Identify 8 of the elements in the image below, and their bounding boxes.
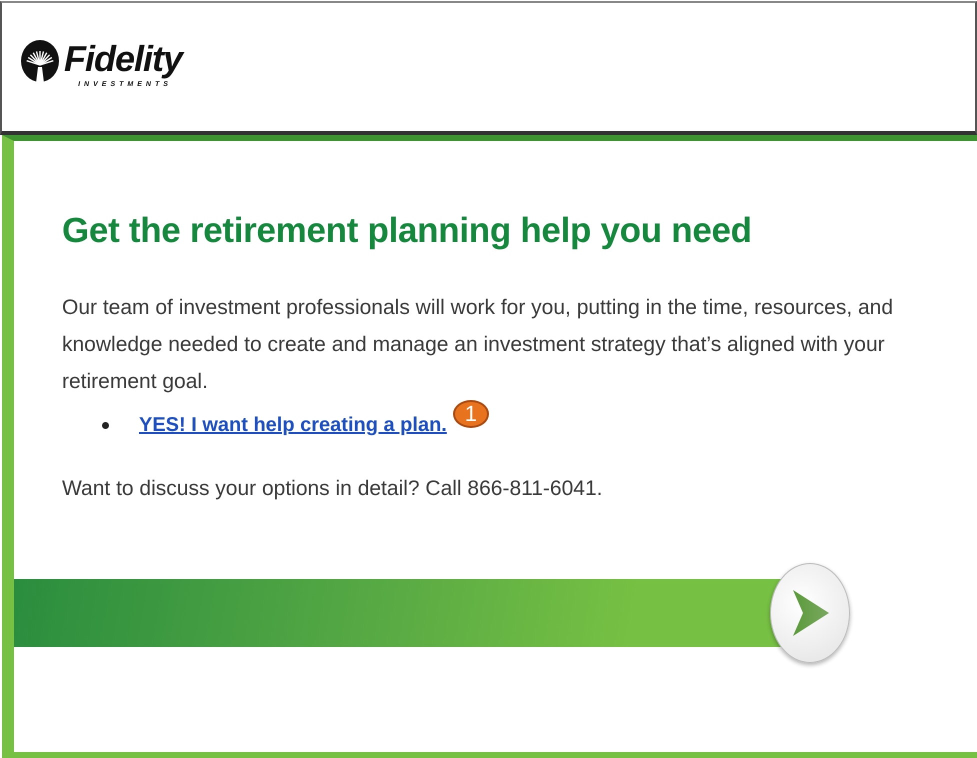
bullet-dot xyxy=(102,422,109,429)
next-button[interactable] xyxy=(770,563,850,663)
intro-paragraph: Our team of investment professionals will work for you, putting in the time, resources, and knowledge needed to create and manage an investment strategy that’s aligned with your retirement goal. xyxy=(62,295,894,395)
contact-text: Want to discuss your options in detail? Call 866-811-6041. xyxy=(62,477,604,501)
plan-help-link[interactable]: YES! I want help creating a plan. xyxy=(139,414,447,437)
page-title: Get the retirement planning help you need xyxy=(62,211,753,251)
callout-badge: 1 xyxy=(452,400,489,428)
logo-wordmark: Fidelity xyxy=(64,37,186,80)
